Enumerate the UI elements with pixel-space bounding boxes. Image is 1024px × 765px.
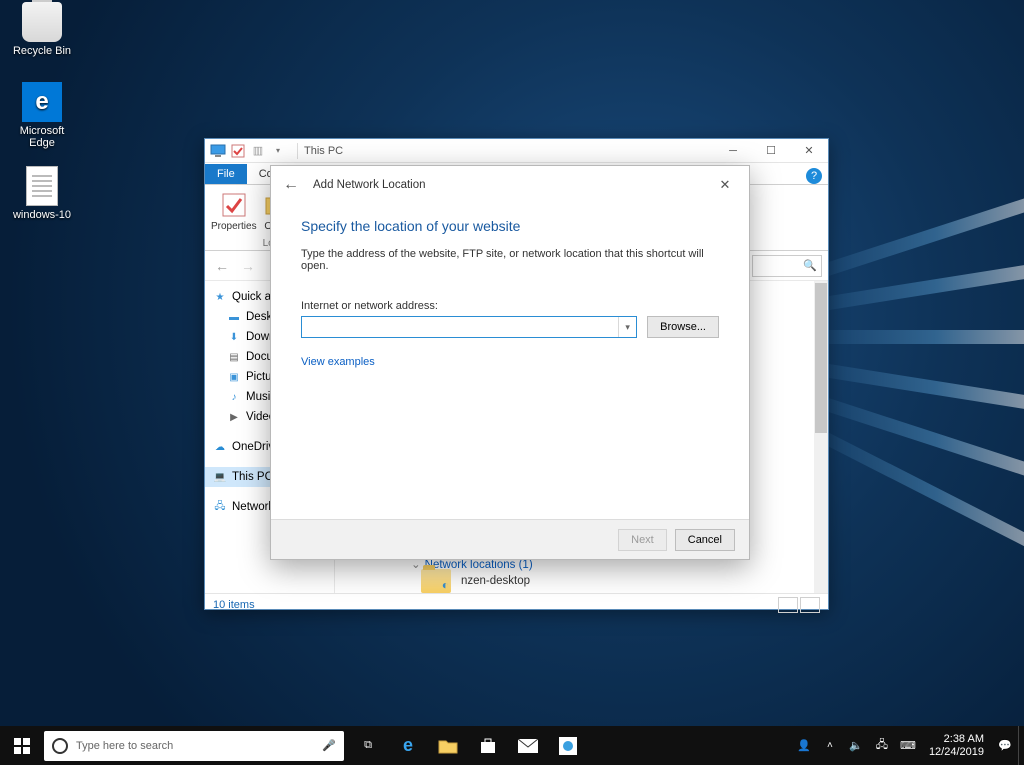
network-folder-icon: ◐ [421, 569, 451, 593]
address-input[interactable] [302, 321, 618, 333]
computer-icon [209, 142, 227, 160]
wizard-titlebar[interactable]: ← Add Network Location ✕ [271, 166, 749, 204]
action-center-icon[interactable]: 💬 [992, 726, 1018, 765]
download-icon: ⬇ [227, 330, 241, 344]
back-button[interactable]: ← [211, 255, 233, 277]
network-icon: 🖧 [213, 500, 227, 514]
taskbar-search[interactable]: Type here to search 🎤 [44, 731, 344, 761]
system-tray: 👤 ˄ 🔈 🖧 ⌨ 2:38 AM 12/24/2019 💬 [791, 726, 1024, 765]
microphone-icon[interactable]: 🎤 [322, 739, 336, 752]
cancel-button[interactable]: Cancel [675, 529, 735, 551]
wizard-footer: Next Cancel [271, 519, 749, 559]
view-large-button[interactable] [800, 597, 820, 613]
close-button[interactable]: ✕ [790, 139, 828, 163]
volume-icon[interactable]: 🔈 [843, 726, 869, 765]
computer-icon: 💻 [213, 470, 227, 484]
tab-file[interactable]: File [205, 164, 247, 184]
taskbar-app-edge[interactable]: e [388, 726, 428, 765]
document-icon: ▤ [227, 350, 241, 364]
qat-dropdown-icon[interactable]: ▾ [269, 142, 287, 160]
wizard-close-button[interactable]: ✕ [709, 173, 741, 197]
search-icon: 🔍 [803, 259, 817, 272]
clock-time: 2:38 AM [929, 733, 984, 746]
windows-logo-icon [14, 738, 30, 754]
task-view-button[interactable]: ⧉ [348, 726, 388, 765]
star-icon: ★ [213, 290, 227, 304]
window-title: This PC [304, 145, 343, 157]
network-tray-icon[interactable]: 🖧 [869, 726, 895, 765]
scrollbar-thumb[interactable] [815, 283, 827, 433]
show-desktop-button[interactable] [1018, 726, 1024, 765]
properties-icon [218, 189, 250, 221]
desktop-icon-label: Microsoft Edge [6, 125, 78, 149]
desktop-light-rays [804, 260, 1024, 460]
picture-icon: ▣ [227, 370, 241, 384]
desktop-icon-recycle-bin[interactable]: Recycle Bin [6, 2, 78, 57]
search-box[interactable]: 🔍 [752, 255, 822, 277]
desktop-icon: ▬ [227, 310, 241, 324]
taskbar-app-explorer[interactable] [428, 726, 468, 765]
tray-chevron-up-icon[interactable]: ˄ [817, 726, 843, 765]
status-bar: 10 items [205, 593, 828, 615]
taskbar: Type here to search 🎤 ⧉ e 👤 ˄ 🔈 🖧 ⌨ 2:38… [0, 726, 1024, 765]
wizard-heading: Specify the location of your website [301, 218, 719, 234]
cloud-icon: ☁ [213, 440, 227, 454]
search-placeholder: Type here to search [76, 740, 173, 752]
desktop-icon-textfile[interactable]: windows-10 [6, 166, 78, 221]
next-button: Next [618, 529, 667, 551]
address-label: Internet or network address: [301, 300, 719, 312]
people-icon[interactable]: 👤 [791, 726, 817, 765]
keyboard-icon[interactable]: ⌨ [895, 726, 921, 765]
wizard-description: Type the address of the website, FTP sit… [301, 248, 719, 272]
quick-access-toolbar: ▥ ▾ [205, 142, 291, 160]
recycle-bin-icon [22, 2, 62, 42]
maximize-button[interactable]: ☐ [752, 139, 790, 163]
status-text: 10 items [213, 599, 255, 611]
desktop-icon-label: Recycle Bin [6, 45, 78, 57]
chevron-down-icon[interactable]: ▾ [618, 317, 636, 337]
music-icon: ♪ [227, 390, 241, 404]
chevron-down-icon: ⌄ [411, 559, 421, 571]
back-arrow-icon[interactable]: ← [279, 173, 303, 197]
clock[interactable]: 2:38 AM 12/24/2019 [921, 733, 992, 759]
network-location-item[interactable]: ◐ nzen-desktop [421, 569, 530, 593]
clock-date: 12/24/2019 [929, 746, 984, 759]
folder-qat-icon[interactable]: ▥ [249, 142, 267, 160]
edge-icon: e [22, 82, 62, 122]
titlebar[interactable]: ▥ ▾ This PC ─ ☐ ✕ [205, 139, 828, 163]
add-network-location-dialog: ← Add Network Location ✕ Specify the loc… [270, 165, 750, 560]
view-examples-link[interactable]: View examples [301, 356, 375, 368]
forward-button[interactable]: → [237, 255, 259, 277]
minimize-button[interactable]: ─ [714, 139, 752, 163]
taskbar-app-store[interactable] [468, 726, 508, 765]
text-file-icon [26, 166, 58, 206]
properties-qat-icon[interactable] [229, 142, 247, 160]
ribbon-properties-button[interactable]: Properties [205, 189, 263, 250]
cortana-icon [52, 738, 68, 754]
address-combobox[interactable]: ▾ [301, 316, 637, 338]
browse-button[interactable]: Browse... [647, 316, 719, 338]
help-icon[interactable]: ? [806, 168, 822, 184]
taskbar-app-mail[interactable] [508, 726, 548, 765]
taskbar-app-generic[interactable] [548, 726, 588, 765]
desktop-icon-label: windows-10 [6, 209, 78, 221]
video-icon: ▶ [227, 410, 241, 424]
start-button[interactable] [0, 726, 44, 765]
wizard-title: Add Network Location [313, 179, 426, 191]
view-details-button[interactable] [778, 597, 798, 613]
scrollbar[interactable] [814, 281, 828, 593]
desktop-icon-edge[interactable]: e Microsoft Edge [6, 82, 78, 149]
ribbon-label: Properties [211, 221, 257, 232]
